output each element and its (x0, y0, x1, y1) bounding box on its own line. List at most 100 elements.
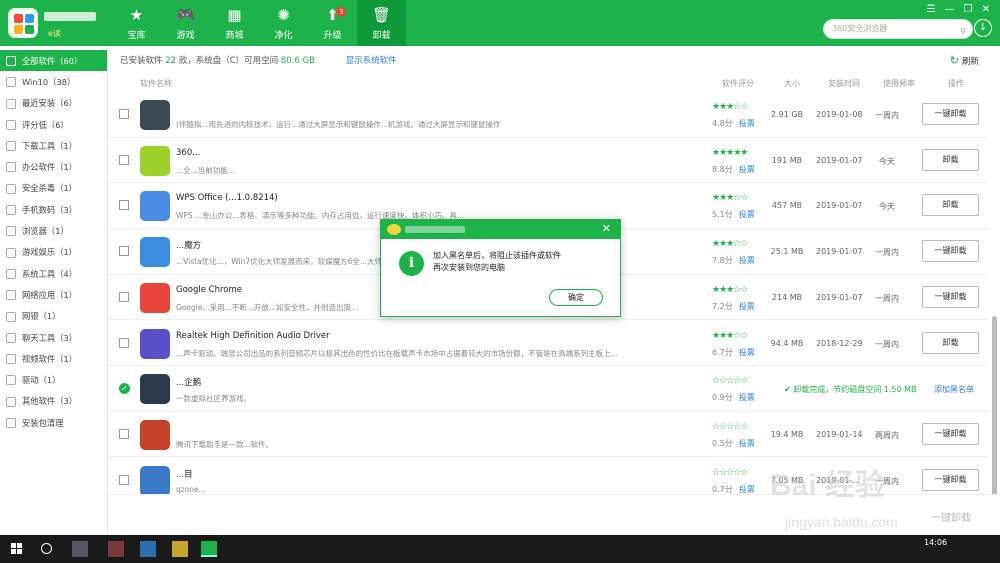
sidebar-item[interactable]: 其他软件（3） (0, 391, 107, 412)
search-box[interactable]: 360安全浏览器 ⚲ (823, 19, 973, 39)
row-checkbox[interactable] (119, 428, 129, 439)
app-description: 腾讯下载助手是一款...软件。 (176, 439, 274, 449)
vote-link[interactable]: 投票 (739, 210, 755, 219)
sidebar-item-label: 网络应用（1） (22, 289, 78, 300)
vote-link[interactable]: 投票 (739, 393, 755, 402)
app-size: 94.4 MB (770, 338, 804, 348)
sidebar-item[interactable]: 浏览器（1） (0, 220, 107, 241)
sidebar-item[interactable]: 系统工具（4） (0, 263, 107, 284)
check-circle-icon: ✔ (784, 385, 794, 395)
app-icon (140, 237, 170, 268)
vote-link[interactable]: 投票 (739, 256, 755, 265)
dialog-close-icon[interactable]: ✕ (602, 222, 611, 235)
close-icon[interactable]: ✕ (982, 4, 990, 15)
sidebar-item[interactable]: 下载工具（1） (0, 135, 107, 156)
minimize-icon[interactable]: — (945, 4, 955, 15)
taskbar-app-icon[interactable] (108, 541, 124, 557)
vote-link[interactable]: 投票 (739, 165, 755, 174)
sidebar-item[interactable]: 评分低（6） (0, 114, 107, 135)
rating-score: 0.7分 投票 (712, 484, 755, 495)
show-system-software-link[interactable]: 显示系统软件 (346, 56, 397, 66)
install-date: 2019-01-07 (816, 292, 863, 302)
nav-upgrade[interactable]: ⬆ 升级 3 (308, 0, 357, 46)
install-date: 2019-01-07 (816, 247, 863, 257)
update-count-badge: 3 (336, 7, 347, 17)
store-icon: ▦ (227, 5, 242, 24)
dialog-ok-button[interactable]: 确定 (549, 289, 603, 306)
app-name: WPS Office (...1.0.8214) (176, 193, 278, 204)
search-icon[interactable]: ⚲ (960, 23, 966, 41)
vote-link[interactable]: 投票 (739, 348, 755, 357)
taskbar-360-icon[interactable] (201, 541, 217, 557)
app-icon (140, 282, 170, 313)
taskbar-app-icon[interactable] (140, 541, 156, 557)
sidebar-item[interactable]: 网络应用（1） (0, 284, 107, 305)
nav-purify[interactable]: ✺ 净化 (259, 0, 308, 46)
sidebar-item[interactable]: 网银（1） (0, 306, 107, 327)
batch-uninstall-button[interactable]: 一键卸载 (916, 507, 986, 531)
sidebar-item[interactable]: 安全杀毒（1） (0, 178, 107, 199)
sidebar-item-label: 网银（1） (22, 311, 61, 322)
uninstall-button[interactable]: 一键卸载 (922, 468, 979, 491)
uninstall-button[interactable]: 一键卸载 (922, 422, 979, 445)
uninstall-button[interactable]: 卸载 (922, 331, 979, 354)
vote-link[interactable]: 投票 (739, 119, 755, 128)
score-value: 8.8分 (712, 164, 733, 174)
vote-link[interactable]: 投票 (739, 485, 755, 494)
rating-stars: ★★★☆☆ (712, 102, 748, 112)
sidebar-item-label: 最近安装（6） (22, 98, 78, 109)
nav-label: 卸载 (372, 30, 391, 41)
row-checkbox[interactable] (119, 474, 129, 485)
nav-treasure[interactable]: ★ 宝库 (112, 0, 161, 46)
sidebar-item[interactable]: 驱动（1） (0, 369, 107, 390)
row-checkbox[interactable] (119, 337, 129, 348)
column-headers: 软件名称 软件评分 大小 安装时间 使用频率 操作 (108, 74, 1000, 92)
sidebar-item[interactable]: Win10（38） (0, 71, 107, 92)
taskbar-app-icon[interactable] (72, 541, 88, 557)
uninstall-button[interactable]: 一键卸载 (922, 240, 979, 263)
sidebar-item[interactable]: 视频软件（1） (0, 348, 107, 369)
row-checkbox[interactable] (119, 200, 129, 211)
app-icon (140, 191, 170, 222)
sidebar-item-label: Win10（38） (22, 76, 76, 87)
taskbar-app-icon[interactable] (172, 541, 188, 557)
menu-icon[interactable]: ☰ (927, 4, 936, 15)
uninstall-button[interactable]: 卸载 (922, 194, 979, 217)
row-checkbox[interactable] (119, 291, 129, 302)
nav-store[interactable]: ▦ 商城 (210, 0, 259, 46)
download-icon[interactable]: ↓ (974, 19, 992, 37)
vote-link[interactable]: 投票 (739, 302, 755, 311)
uninstall-button[interactable]: 卸载 (922, 148, 979, 171)
row-checkbox[interactable]: ✓ (119, 383, 130, 395)
nav-gamepad[interactable]: 🎮 游戏 (161, 0, 210, 46)
nav-trash[interactable]: 🗑 卸载 (357, 0, 406, 46)
sidebar-item[interactable]: 游戏娱乐（1） (0, 242, 107, 263)
sidebar-item[interactable]: 聊天工具（3） (0, 327, 107, 348)
usage-frequency: 两周内 (875, 430, 899, 440)
app-name: ...目 (176, 469, 193, 480)
row-checkbox[interactable] (119, 109, 129, 119)
search-circle-icon[interactable] (41, 543, 52, 554)
main-nav: ★ 宝库 🎮 游戏 ▦ 商城 ✺ 净化 ⬆ 升级 3 🗑 卸载 (112, 0, 406, 46)
row-checkbox[interactable] (119, 154, 129, 165)
windows-start-icon[interactable] (11, 543, 23, 555)
usage-frequency: 今天 (879, 202, 895, 212)
sidebar-item[interactable]: 手机数码（3） (0, 199, 107, 220)
rating-score: 5.1分 投票 (712, 209, 755, 220)
sidebar-item[interactable]: 安装包清理 (0, 412, 107, 433)
trash-icon: 🗑 (371, 5, 392, 24)
app-description: ...全...当前功能... (176, 165, 235, 175)
uninstall-button[interactable]: 一键卸载 (922, 103, 979, 125)
sidebar-item[interactable]: 最近安装（6） (0, 93, 107, 114)
vote-link[interactable]: 投票 (739, 439, 755, 448)
add-blacklist-link[interactable]: 添加黑名单 (934, 384, 974, 395)
refresh-button[interactable]: ↻ 刷新 (950, 54, 982, 67)
sidebar-item[interactable]: 全部软件（60） (0, 50, 107, 72)
restore-icon[interactable]: ❐ (964, 4, 973, 15)
info-icon: i (399, 251, 424, 276)
score-value: 7.8分 (712, 256, 733, 266)
rating-stars: ☆☆☆☆☆ (712, 376, 748, 387)
sidebar-item[interactable]: 办公软件（1） (0, 156, 107, 177)
row-checkbox[interactable] (119, 246, 129, 257)
uninstall-button[interactable]: 一键卸载 (922, 285, 979, 308)
